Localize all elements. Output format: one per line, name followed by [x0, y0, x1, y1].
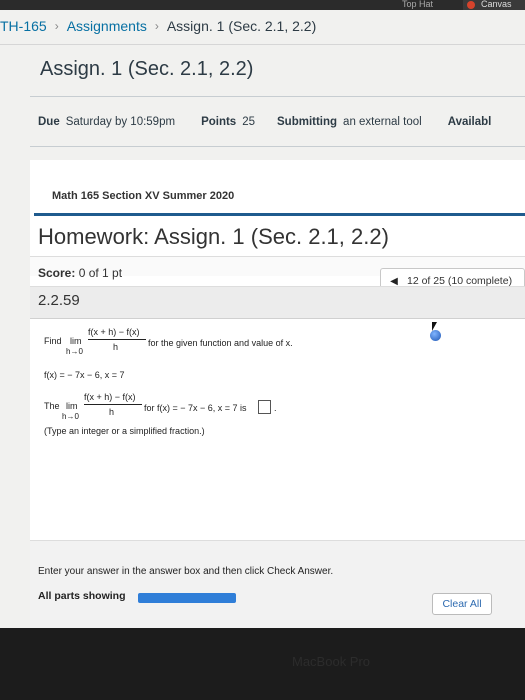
fraction-denominator-2: h: [109, 407, 115, 417]
fraction-denominator: h: [113, 342, 119, 352]
lim-subscript-2: h→0: [62, 412, 79, 421]
breadcrumb-assignments[interactable]: Assignments: [67, 18, 147, 34]
divider: [0, 44, 525, 45]
score-label: Score:: [38, 266, 76, 280]
question-id: 2.2.59: [38, 292, 80, 309]
canvas-logo-icon: [467, 1, 475, 9]
answer-input[interactable]: [258, 400, 271, 414]
points-value: 25: [242, 116, 255, 128]
find-label: Find: [44, 336, 62, 346]
fraction-numerator: f(x + h) − f(x): [88, 327, 140, 337]
score: Score: 0 of 1 pt: [38, 266, 122, 280]
fraction-bar-2: [84, 404, 142, 405]
answer-instruction: Enter your answer in the answer box and …: [38, 566, 334, 577]
submitting-value: an external tool: [343, 116, 422, 128]
score-value: 0 of 1 pt: [78, 266, 123, 280]
canvas-tab-label: Canvas: [481, 0, 512, 9]
device-label: MacBook Pro: [292, 654, 371, 669]
clear-all-button[interactable]: Clear All: [432, 593, 492, 615]
screen: Top Hat Canvas TH-165 › Assignments › As…: [0, 0, 525, 628]
due-label: Due: [38, 116, 60, 128]
chevron-right-icon: ›: [154, 19, 159, 33]
points-label: Points: [201, 116, 237, 128]
question-header: [30, 286, 525, 318]
previous-question-icon[interactable]: ◀: [381, 276, 407, 287]
fraction-bar: [88, 339, 146, 340]
lim-label: lim: [70, 336, 82, 346]
answer-tail: for f(x) = − 7x − 6, x = 7 is: [144, 403, 247, 413]
browser-top-bar: Top Hat Canvas: [0, 0, 525, 10]
lim-label-2: lim: [66, 401, 78, 411]
chevron-right-icon: ›: [54, 19, 59, 33]
submitting-label: Submitting: [277, 116, 338, 128]
course-name: Math 165 Section XV Summer 2020: [52, 190, 235, 202]
page-title: Assign. 1 (Sec. 2.1, 2.2): [40, 58, 254, 80]
divider: [30, 318, 525, 319]
all-parts-label: All parts showing: [38, 590, 126, 602]
breadcrumb-current: Assign. 1 (Sec. 2.1, 2.2): [166, 18, 317, 34]
browser-tab-top-hat[interactable]: Top Hat: [402, 0, 433, 9]
external-tool-frame: Math 165 Section XV Summer 2020 Homework…: [30, 160, 525, 628]
function-definition: f(x) = − 7x − 6, x = 7: [44, 370, 125, 380]
answer-period: .: [274, 403, 277, 413]
fraction-numerator-2: f(x + h) − f(x): [84, 392, 136, 402]
available-label: Availabl: [447, 116, 492, 128]
parts-progress-bar: [138, 593, 236, 603]
header-accent-line: [34, 213, 525, 216]
breadcrumb: TH-165 › Assignments › Assign. 1 (Sec. 2…: [0, 14, 525, 38]
assignment-details: Due Saturday by 10:59pm Points 25 Submit…: [38, 116, 491, 128]
globe-icon: [430, 330, 441, 341]
browser-tab-canvas[interactable]: Canvas: [463, 0, 525, 10]
the-label: The: [44, 401, 60, 411]
divider: [30, 146, 525, 147]
lim-subscript: h→0: [66, 347, 83, 356]
divider: [30, 96, 525, 97]
instruction-tail: for the given function and value of x.: [148, 338, 293, 348]
breadcrumb-course[interactable]: TH-165: [0, 18, 47, 34]
due-value: Saturday by 10:59pm: [65, 116, 176, 128]
homework-title: Homework: Assign. 1 (Sec. 2.1, 2.2): [38, 224, 389, 249]
answer-hint: (Type an integer or a simplified fractio…: [44, 426, 205, 436]
